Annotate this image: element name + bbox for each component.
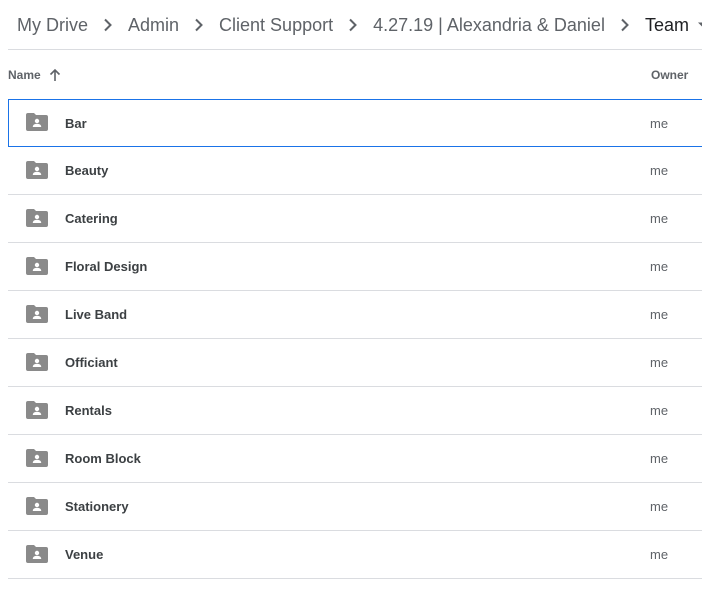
shared-folder-icon [26, 305, 48, 323]
folder-owner: me [650, 211, 669, 226]
folder-row-bar[interactable]: Bar me [8, 99, 702, 147]
list-header: Name Owner [8, 50, 702, 100]
folder-row-officiant[interactable]: Officiant me [8, 339, 702, 387]
folder-owner: me [650, 451, 669, 466]
folder-name: Stationery [65, 499, 129, 514]
folder-row-live-band[interactable]: Live Band me [8, 291, 702, 339]
folder-name: Rentals [65, 403, 112, 418]
folder-row-beauty[interactable]: Beauty me [8, 147, 702, 195]
folder-row-room-block[interactable]: Room Block me [8, 435, 702, 483]
shared-folder-icon [26, 401, 48, 419]
folder-owner: me [650, 307, 669, 322]
shared-folder-icon [26, 497, 48, 515]
shared-folder-icon [26, 449, 48, 467]
chevron-right-icon [333, 18, 373, 32]
sort-by-name-button[interactable]: Name [8, 50, 61, 100]
folder-row-floral-design[interactable]: Floral Design me [8, 243, 702, 291]
folder-row-venue[interactable]: Venue me [8, 531, 702, 579]
folder-name: Beauty [65, 163, 109, 178]
folder-row-stationery[interactable]: Stationery me [8, 483, 702, 531]
shared-folder-icon [26, 257, 48, 275]
folder-name: Bar [65, 115, 87, 131]
chevron-right-icon [605, 18, 645, 32]
folder-row-rentals[interactable]: Rentals me [8, 387, 702, 435]
file-list: Bar me Beauty me Catering me Floral Desi… [8, 99, 702, 579]
breadcrumb-item-event-folder[interactable]: 4.27.19 | Alexandria & Daniel [373, 0, 605, 50]
folder-owner: me [650, 547, 669, 562]
shared-folder-icon [26, 353, 48, 371]
breadcrumb-item-team[interactable]: Team [645, 0, 689, 50]
folder-name: Officiant [65, 355, 118, 370]
folder-name: Floral Design [65, 259, 148, 274]
folder-owner: me [650, 115, 669, 131]
breadcrumb-item-my-drive[interactable]: My Drive [17, 0, 88, 50]
caret-down-icon[interactable] [691, 21, 702, 29]
folder-owner: me [650, 499, 669, 514]
shared-folder-icon [26, 545, 48, 563]
arrow-up-icon [49, 68, 61, 82]
folder-owner: me [650, 163, 669, 178]
shared-folder-icon [26, 113, 48, 131]
owner-column-label[interactable]: Owner [651, 50, 688, 100]
folder-name: Venue [65, 547, 104, 562]
folder-name: Room Block [65, 451, 141, 466]
breadcrumb-item-admin[interactable]: Admin [128, 0, 179, 50]
folder-owner: me [650, 259, 669, 274]
breadcrumb: My Drive Admin Client Support 4.27.19 | … [0, 0, 702, 50]
folder-owner: me [650, 403, 669, 418]
shared-folder-icon [26, 209, 48, 227]
shared-folder-icon [26, 161, 48, 179]
chevron-right-icon [179, 18, 219, 32]
folder-row-catering[interactable]: Catering me [8, 195, 702, 243]
folder-owner: me [650, 355, 669, 370]
breadcrumb-item-client-support[interactable]: Client Support [219, 0, 333, 50]
drive-file-browser: My Drive Admin Client Support 4.27.19 | … [0, 0, 702, 603]
name-column-label: Name [8, 68, 41, 82]
folder-name: Live Band [65, 307, 128, 322]
folder-name: Catering [65, 211, 118, 226]
chevron-right-icon [88, 18, 128, 32]
